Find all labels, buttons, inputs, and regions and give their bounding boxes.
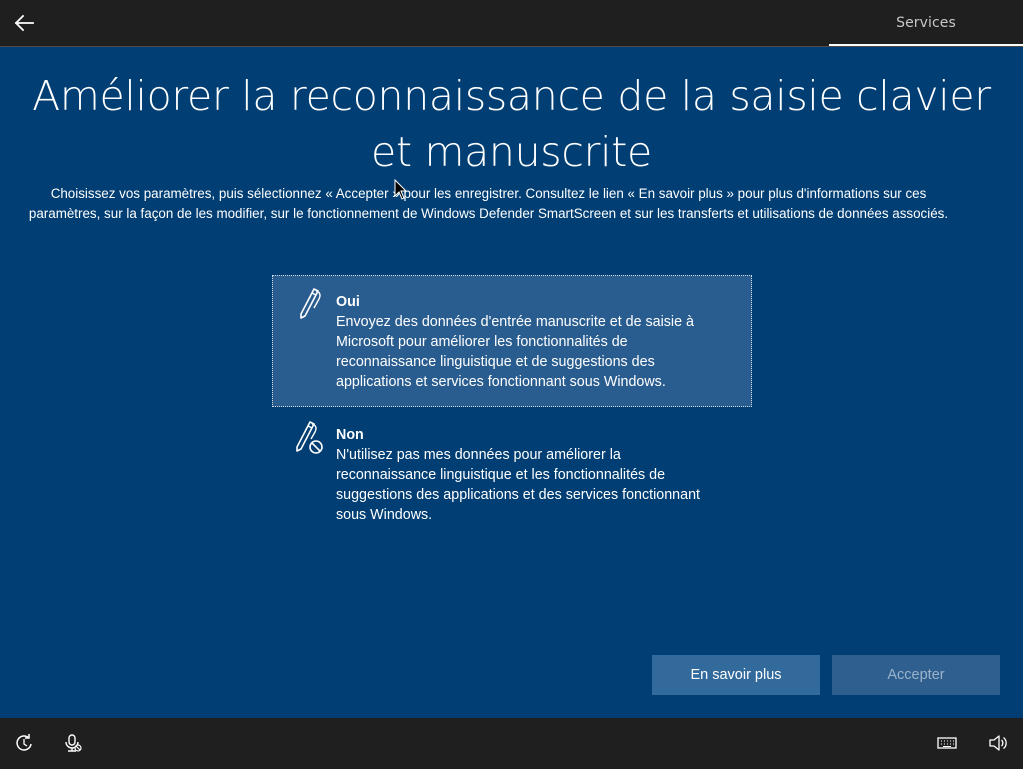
keyboard-button[interactable] xyxy=(936,732,958,754)
pen-blocked-icon xyxy=(296,421,323,454)
accept-button[interactable]: Accepter xyxy=(832,655,1000,695)
pen-icon xyxy=(300,288,321,319)
arrow-left-icon xyxy=(14,14,34,32)
microphone-button[interactable] xyxy=(62,732,84,754)
mouse-cursor-icon xyxy=(394,179,408,200)
option-yes-description: Envoyez des données d'entrée manuscrite … xyxy=(336,314,694,390)
section-label-services: Services xyxy=(896,15,956,31)
option-yes-title: Oui xyxy=(336,294,360,310)
learn-more-button[interactable]: En savoir plus xyxy=(652,655,820,695)
keyboard-icon xyxy=(937,737,957,749)
back-button[interactable] xyxy=(6,6,42,40)
volume-icon xyxy=(989,735,1007,751)
option-no-title: Non xyxy=(336,427,364,443)
option-no-description: N'utilisez pas mes données pour améliore… xyxy=(336,447,700,523)
bottom-taskbar xyxy=(0,718,1023,769)
ease-of-access-icon xyxy=(16,734,32,751)
option-yes[interactable]: Oui Envoyez des données d'entrée manuscr… xyxy=(272,275,752,407)
top-bar: Services xyxy=(0,0,1023,47)
microphone-icon xyxy=(65,734,82,752)
ease-of-access-button[interactable] xyxy=(13,732,35,754)
volume-button[interactable] xyxy=(987,732,1009,754)
option-no[interactable]: Non N'utilisez pas mes données pour amél… xyxy=(272,408,752,532)
page-description: Choisissez vos paramètres, puis sélectio… xyxy=(28,186,949,221)
section-underline xyxy=(829,44,1023,46)
page-title: Améliorer la reconnaissance de la saisie… xyxy=(32,72,991,176)
